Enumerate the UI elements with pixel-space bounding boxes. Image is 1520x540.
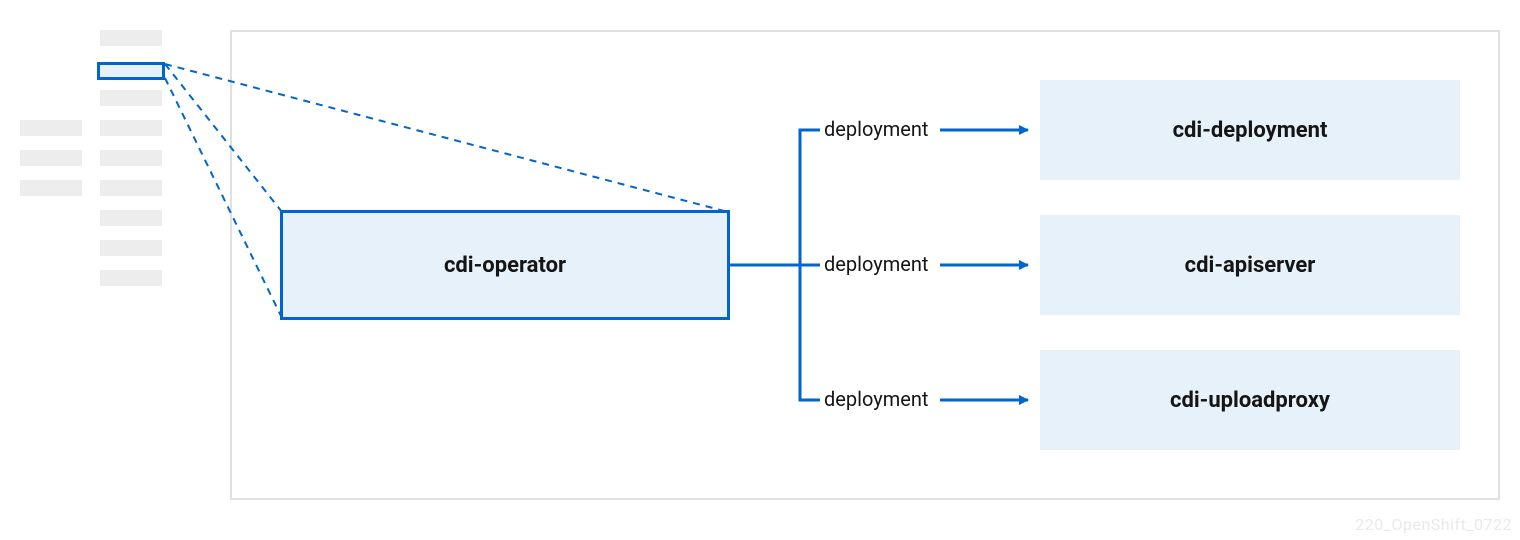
thumb-block bbox=[100, 30, 162, 46]
deployment-node: cdi-apiserver bbox=[1040, 215, 1460, 315]
thumb-block bbox=[100, 240, 162, 256]
operator-label: cdi-operator bbox=[444, 253, 566, 278]
thumb-highlight bbox=[97, 62, 165, 80]
thumb-block bbox=[100, 120, 162, 136]
deployment-label: cdi-deployment bbox=[1173, 118, 1328, 143]
deployment-label: cdi-uploadproxy bbox=[1170, 388, 1330, 413]
edge-label: deployment bbox=[822, 117, 930, 141]
deployment-node: cdi-uploadproxy bbox=[1040, 350, 1460, 450]
thumb-block bbox=[100, 270, 162, 286]
thumb-block bbox=[100, 210, 162, 226]
edge-label: deployment bbox=[822, 387, 930, 411]
thumb-block bbox=[100, 150, 162, 166]
edge-label: deployment bbox=[822, 252, 930, 276]
deployment-node: cdi-deployment bbox=[1040, 80, 1460, 180]
operator-node: cdi-operator bbox=[280, 210, 730, 320]
thumb-block bbox=[20, 180, 82, 196]
deployment-label: cdi-apiserver bbox=[1185, 253, 1316, 278]
footer-note: 220_OpenShift_0722 bbox=[1355, 515, 1512, 534]
thumb-block bbox=[20, 120, 82, 136]
thumb-block bbox=[100, 90, 162, 106]
thumb-block bbox=[100, 180, 162, 196]
thumb-block bbox=[20, 150, 82, 166]
